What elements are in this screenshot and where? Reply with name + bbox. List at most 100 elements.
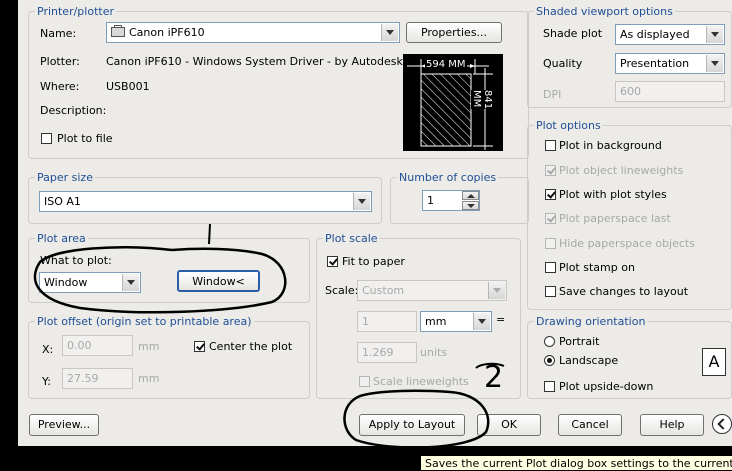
chevron-down-icon[interactable] (706, 26, 723, 43)
paper-size-select[interactable]: ISO A1 (39, 191, 372, 212)
description-label: Description: (40, 104, 107, 117)
shade-plot-select[interactable]: As displayed (615, 24, 725, 45)
chevron-down-icon[interactable] (353, 193, 370, 210)
chevron-left-icon (717, 418, 729, 430)
scale-lineweights-checkbox[interactable] (359, 376, 370, 387)
chevron-down-icon[interactable] (122, 274, 139, 291)
properties-button[interactable]: Properties... (406, 22, 502, 43)
scale-denominator-input[interactable]: 1.269 (357, 342, 417, 363)
plot-option-checkbox[interactable] (545, 140, 556, 151)
apply-tooltip-text: Saves the current Plot dialog box settin… (425, 457, 732, 470)
scale-label: Scale: (325, 284, 359, 297)
scale-numerator-input[interactable]: 1 (357, 311, 417, 332)
printer-icon (111, 25, 125, 37)
fit-to-paper-checkbox[interactable] (327, 256, 338, 267)
plot-option-checkbox[interactable] (545, 213, 556, 224)
preview-height-label: 841 MM (471, 90, 493, 110)
scale-den-unit: units (420, 346, 448, 359)
plot-to-file-checkbox[interactable] (41, 133, 52, 144)
plot-option-checkbox[interactable] (545, 238, 556, 249)
scale-select[interactable]: Custom (357, 280, 507, 301)
plot-offset-title: Plot offset (origin set to printable are… (35, 315, 254, 328)
plot-option-label: Plot with plot styles (559, 188, 667, 201)
x-unit: mm (138, 340, 160, 353)
plot-area-group: Plot area (28, 232, 310, 303)
shade-plot-label: Shade plot (543, 27, 603, 40)
help-button[interactable]: Help (640, 414, 704, 436)
plotter-label: Plotter: (40, 55, 80, 68)
center-plot-checkbox[interactable] (194, 341, 205, 352)
printer-group-title: Printer/plotter (35, 5, 116, 18)
what-to-plot-value: Window (44, 276, 88, 289)
plot-option-label: Plot stamp on (559, 261, 635, 274)
printer-name-select[interactable]: Canon iPF610 (106, 22, 400, 43)
printer-name-value: Canon iPF610 (129, 26, 205, 39)
plot-option-checkbox[interactable] (545, 189, 556, 200)
orientation-letter: A (708, 352, 720, 371)
landscape-radio[interactable] (544, 355, 555, 366)
spinner-up-icon[interactable] (462, 191, 479, 200)
copies-title: Number of copies (397, 171, 499, 184)
shade-plot-value: As displayed (620, 28, 690, 41)
equals-sign: = (496, 313, 506, 326)
quality-value: Presentation (620, 57, 690, 70)
scale-unit-select[interactable]: mm (420, 311, 492, 332)
upside-down-label: Plot upside-down (559, 380, 654, 393)
name-label: Name: (40, 27, 77, 40)
fit-to-paper-label: Fit to paper (342, 255, 405, 268)
y-label: Y: (42, 375, 51, 388)
plotter-value: Canon iPF610 - Windows System Driver - b… (106, 55, 403, 68)
plot-option-checkbox[interactable] (545, 286, 556, 297)
chevron-down-icon[interactable] (488, 282, 505, 299)
annotation-number: 2 (484, 360, 504, 395)
chevron-down-icon[interactable] (706, 55, 723, 72)
dpi-label: DPI (543, 88, 562, 101)
scale-unit-value: mm (425, 315, 447, 328)
y-offset-input[interactable]: 27.59 (62, 368, 133, 389)
ok-button[interactable]: OK (477, 414, 541, 436)
plot-to-file-label: Plot to file (57, 132, 113, 145)
chevron-down-icon[interactable] (381, 24, 398, 41)
apply-to-layout-button[interactable]: Apply to Layout (359, 414, 465, 436)
cancel-button[interactable]: Cancel (558, 414, 622, 436)
plot-option-checkbox[interactable] (545, 165, 556, 176)
window-pick-button[interactable]: Window< (177, 270, 260, 292)
plot-options-title: Plot options (534, 119, 603, 132)
where-label: Where: (40, 80, 80, 93)
plot-dialog: Printer/plotter Name: Canon iPF610 Prope… (18, 0, 732, 446)
paper-size-title: Paper size (35, 171, 95, 184)
plot-option-label: Plot object lineweights (559, 164, 684, 177)
scale-lineweights-label: Scale lineweights (373, 375, 469, 388)
upside-down-checkbox[interactable] (544, 381, 555, 392)
plot-area-title: Plot area (35, 232, 88, 245)
paper-preview: 594 MM 841 MM (403, 54, 503, 151)
dpi-input[interactable]: 600 (615, 81, 725, 102)
what-to-plot-label: What to plot: (40, 254, 112, 267)
landscape-label: Landscape (559, 354, 619, 367)
chevron-down-icon[interactable] (473, 313, 490, 330)
preview-width-label: 594 MM (425, 59, 467, 70)
portrait-radio[interactable] (544, 336, 555, 347)
what-to-plot-select[interactable]: Window (39, 272, 141, 293)
plot-scale-title: Plot scale (323, 232, 380, 245)
orientation-preview-icon: A (702, 348, 726, 376)
copies-spinner[interactable] (462, 191, 479, 210)
plot-option-label: Plot paperspace last (559, 212, 671, 225)
scale-value: Custom (362, 284, 405, 297)
paper-size-value: ISO A1 (44, 195, 81, 208)
center-plot-label: Center the plot (209, 340, 293, 353)
x-offset-input[interactable]: 0.00 (62, 335, 133, 356)
plot-option-checkbox[interactable] (545, 262, 556, 273)
preview-button[interactable]: Preview... (29, 414, 99, 436)
portrait-label: Portrait (559, 335, 600, 348)
quality-label: Quality (543, 57, 583, 70)
plot-option-label: Plot in background (559, 139, 662, 152)
collapse-options-button[interactable] (712, 414, 732, 434)
quality-select[interactable]: Presentation (615, 53, 725, 74)
y-unit: mm (138, 372, 160, 385)
plot-option-label: Hide paperspace objects (559, 237, 695, 250)
spinner-down-icon[interactable] (462, 201, 479, 210)
plot-option-label: Save changes to layout (559, 285, 689, 298)
orientation-title: Drawing orientation (534, 315, 648, 328)
where-value: USB001 (106, 80, 150, 93)
